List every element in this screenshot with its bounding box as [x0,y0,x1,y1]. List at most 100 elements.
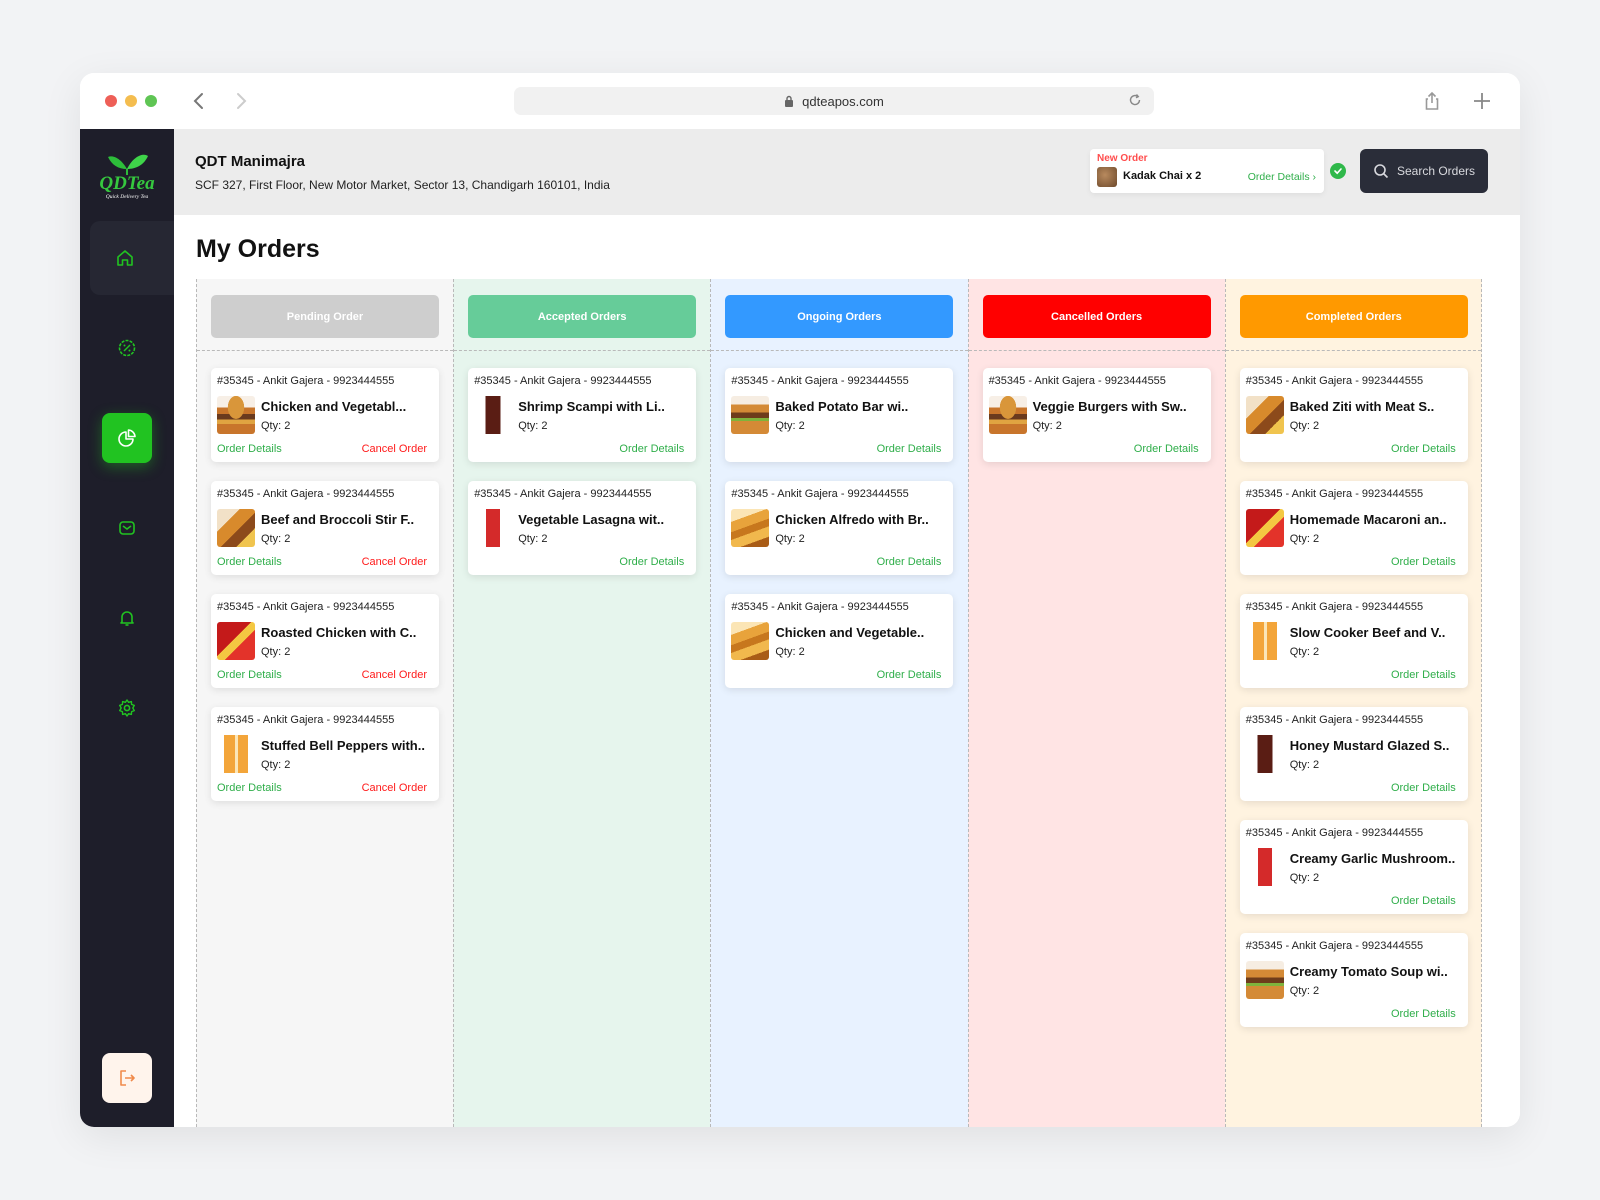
logout-button[interactable] [102,1053,152,1103]
order-card[interactable]: #35345 - Ankit Gajera - 9923444555 Creamy… [1239,933,1468,1027]
order-details-link[interactable]: Order Details [1391,1008,1456,1020]
column-status-button[interactable]: Cancelled Orders [982,295,1211,338]
order-details-link[interactable]: Order Details [1134,443,1199,455]
sidebar-item-settings[interactable] [102,683,152,733]
orders-board: Pending Order #35345 - Ankit Gajera - 992… [196,279,1482,1127]
order-details-link[interactable]: Order Details [619,443,684,455]
reload-icon[interactable] [1128,93,1142,107]
order-id-customer: #35345 - Ankit Gajera - 9923444555 [1245,940,1424,952]
card-list: #35345 - Ankit Gajera - 9923444555 Chicke… [197,351,453,801]
search-orders-button[interactable]: Search Orders [1360,149,1488,193]
order-id-customer: #35345 - Ankit Gajera - 9923444555 [217,488,395,500]
food-thumbnail [1245,961,1284,999]
lock-icon [784,95,794,107]
order-details-link[interactable]: Order Details [1391,782,1456,794]
new-order-notification[interactable]: New Order Kadak Chai x 2 Order Details › [1090,149,1324,193]
order-card[interactable]: #35345 - Ankit Gajera - 9923444555 Vegeta… [468,481,697,575]
qdtea-logo[interactable]: QDTea Quick Delivery Tea [90,147,164,203]
order-item-name: Honey Mustard Glazed S.. [1289,738,1450,753]
order-card[interactable]: #35345 - Ankit Gajera - 9923444555 Chicke… [211,368,439,462]
order-card[interactable]: #35345 - Ankit Gajera - 9923444555 Homema… [1239,481,1468,575]
mail-icon [117,518,137,538]
order-item-name: Chicken and Vegetabl... [261,399,407,414]
new-tab-icon[interactable] [1470,89,1494,113]
order-details-link[interactable]: Order Details [217,443,282,455]
accept-check-icon[interactable] [1330,163,1346,179]
close-window-button[interactable] [105,95,117,107]
order-item-name: Creamy Garlic Mushroom.. [1289,851,1456,866]
order-details-link[interactable]: Order Details [1391,669,1456,681]
maximize-window-button[interactable] [145,95,157,107]
order-quantity: Qty: 2 [1289,985,1320,997]
order-card[interactable]: #35345 - Ankit Gajera - 9923444555 Baked … [725,368,954,462]
order-quantity: Qty: 2 [518,420,548,432]
cancel-order-link[interactable]: Cancel Order [362,669,427,681]
store-address: SCF 327, First Floor, New Motor Market, … [195,178,610,192]
column-status-button[interactable]: Completed Orders [1239,295,1468,338]
browser-window: qdteapos.com QDTea Quick Delivery Tea QD… [80,73,1520,1127]
column-status-button[interactable]: Ongoing Orders [725,295,954,338]
order-card[interactable]: #35345 - Ankit Gajera - 9923444555 Veggie… [982,368,1211,462]
address-bar[interactable]: qdteapos.com [514,87,1154,115]
order-quantity: Qty: 2 [1289,646,1320,658]
order-id-customer: #35345 - Ankit Gajera - 9923444555 [474,375,652,387]
back-arrow-icon[interactable] [186,89,210,113]
sidebar: QDTea Quick Delivery Tea [80,129,174,1127]
minimize-window-button[interactable] [125,95,137,107]
cancel-order-link[interactable]: Cancel Order [362,556,427,568]
column-header: Accepted Orders [454,279,711,351]
orders-column-ongoing-orders: Ongoing Orders #35345 - Ankit Gajera - 99… [710,279,968,1127]
order-details-link[interactable]: Order Details [877,669,942,681]
forward-arrow-icon[interactable] [230,89,254,113]
food-thumbnail [217,622,255,660]
orders-column-cancelled-orders: Cancelled Orders #35345 - Ankit Gajera - … [967,279,1225,1127]
store-name: QDT Manimajra [195,153,306,170]
sidebar-item-discount[interactable] [102,323,152,373]
order-card[interactable]: #35345 - Ankit Gajera - 9923444555 Beef a… [211,481,439,575]
order-card[interactable]: #35345 - Ankit Gajera - 9923444555 Roaste… [211,594,439,688]
order-card[interactable]: #35345 - Ankit Gajera - 9923444555 Slow C… [1239,594,1468,688]
order-quantity: Qty: 2 [775,646,805,658]
food-thumbnail [1245,735,1284,773]
order-id-customer: #35345 - Ankit Gajera - 9923444555 [988,375,1166,387]
order-card[interactable]: #35345 - Ankit Gajera - 9923444555 Creamy… [1239,820,1468,914]
gear-icon [117,698,137,718]
order-quantity: Qty: 2 [1289,533,1320,545]
column-status-button[interactable]: Accepted Orders [468,295,697,338]
sidebar-item-messages[interactable] [102,503,152,553]
cancel-order-link[interactable]: Cancel Order [362,782,427,794]
share-icon[interactable] [1420,89,1444,113]
order-card[interactable]: #35345 - Ankit Gajera - 9923444555 Stuffe… [211,707,439,801]
card-list: #35345 - Ankit Gajera - 9923444555 Shrimp… [454,351,710,575]
order-details-link[interactable]: Order Details [877,556,942,568]
order-quantity: Qty: 2 [261,759,291,771]
sidebar-item-home[interactable] [90,221,174,295]
sidebar-item-notifications[interactable] [102,593,152,643]
order-card[interactable]: #35345 - Ankit Gajera - 9923444555 Honey … [1239,707,1468,801]
order-card[interactable]: #35345 - Ankit Gajera - 9923444555 Chicke… [725,481,954,575]
logout-icon [117,1068,137,1088]
food-thumbnail [1245,848,1284,886]
order-details-link[interactable]: Order Details [217,782,282,794]
order-card[interactable]: #35345 - Ankit Gajera - 9923444555 Baked … [1239,368,1468,462]
order-details-link[interactable]: Order Details [1391,556,1456,568]
main-content: QDT Manimajra SCF 327, First Floor, New … [174,129,1520,1127]
order-details-link[interactable]: Order Details [877,443,942,455]
new-order-details-link[interactable]: Order Details › [1248,171,1316,183]
order-details-link[interactable]: Order Details [1391,895,1456,907]
column-status-button[interactable]: Pending Order [211,295,439,338]
sidebar-item-orders[interactable] [102,413,152,463]
order-details-link[interactable]: Order Details [1391,443,1456,455]
food-thumbnail [731,509,770,547]
order-details-link[interactable]: Order Details [217,556,282,568]
order-quantity: Qty: 2 [1289,872,1320,884]
order-card[interactable]: #35345 - Ankit Gajera - 9923444555 Shrimp… [468,368,697,462]
cancel-order-link[interactable]: Cancel Order [362,443,427,455]
order-item-name: Roasted Chicken with C.. [261,625,417,640]
order-id-customer: #35345 - Ankit Gajera - 9923444555 [474,488,652,500]
order-card[interactable]: #35345 - Ankit Gajera - 9923444555 Chicke… [725,594,954,688]
order-details-link[interactable]: Order Details [217,669,282,681]
order-details-link[interactable]: Order Details [619,556,684,568]
order-item-name: Homemade Macaroni an.. [1289,512,1447,527]
header-bar: QDT Manimajra SCF 327, First Floor, New … [174,129,1520,215]
